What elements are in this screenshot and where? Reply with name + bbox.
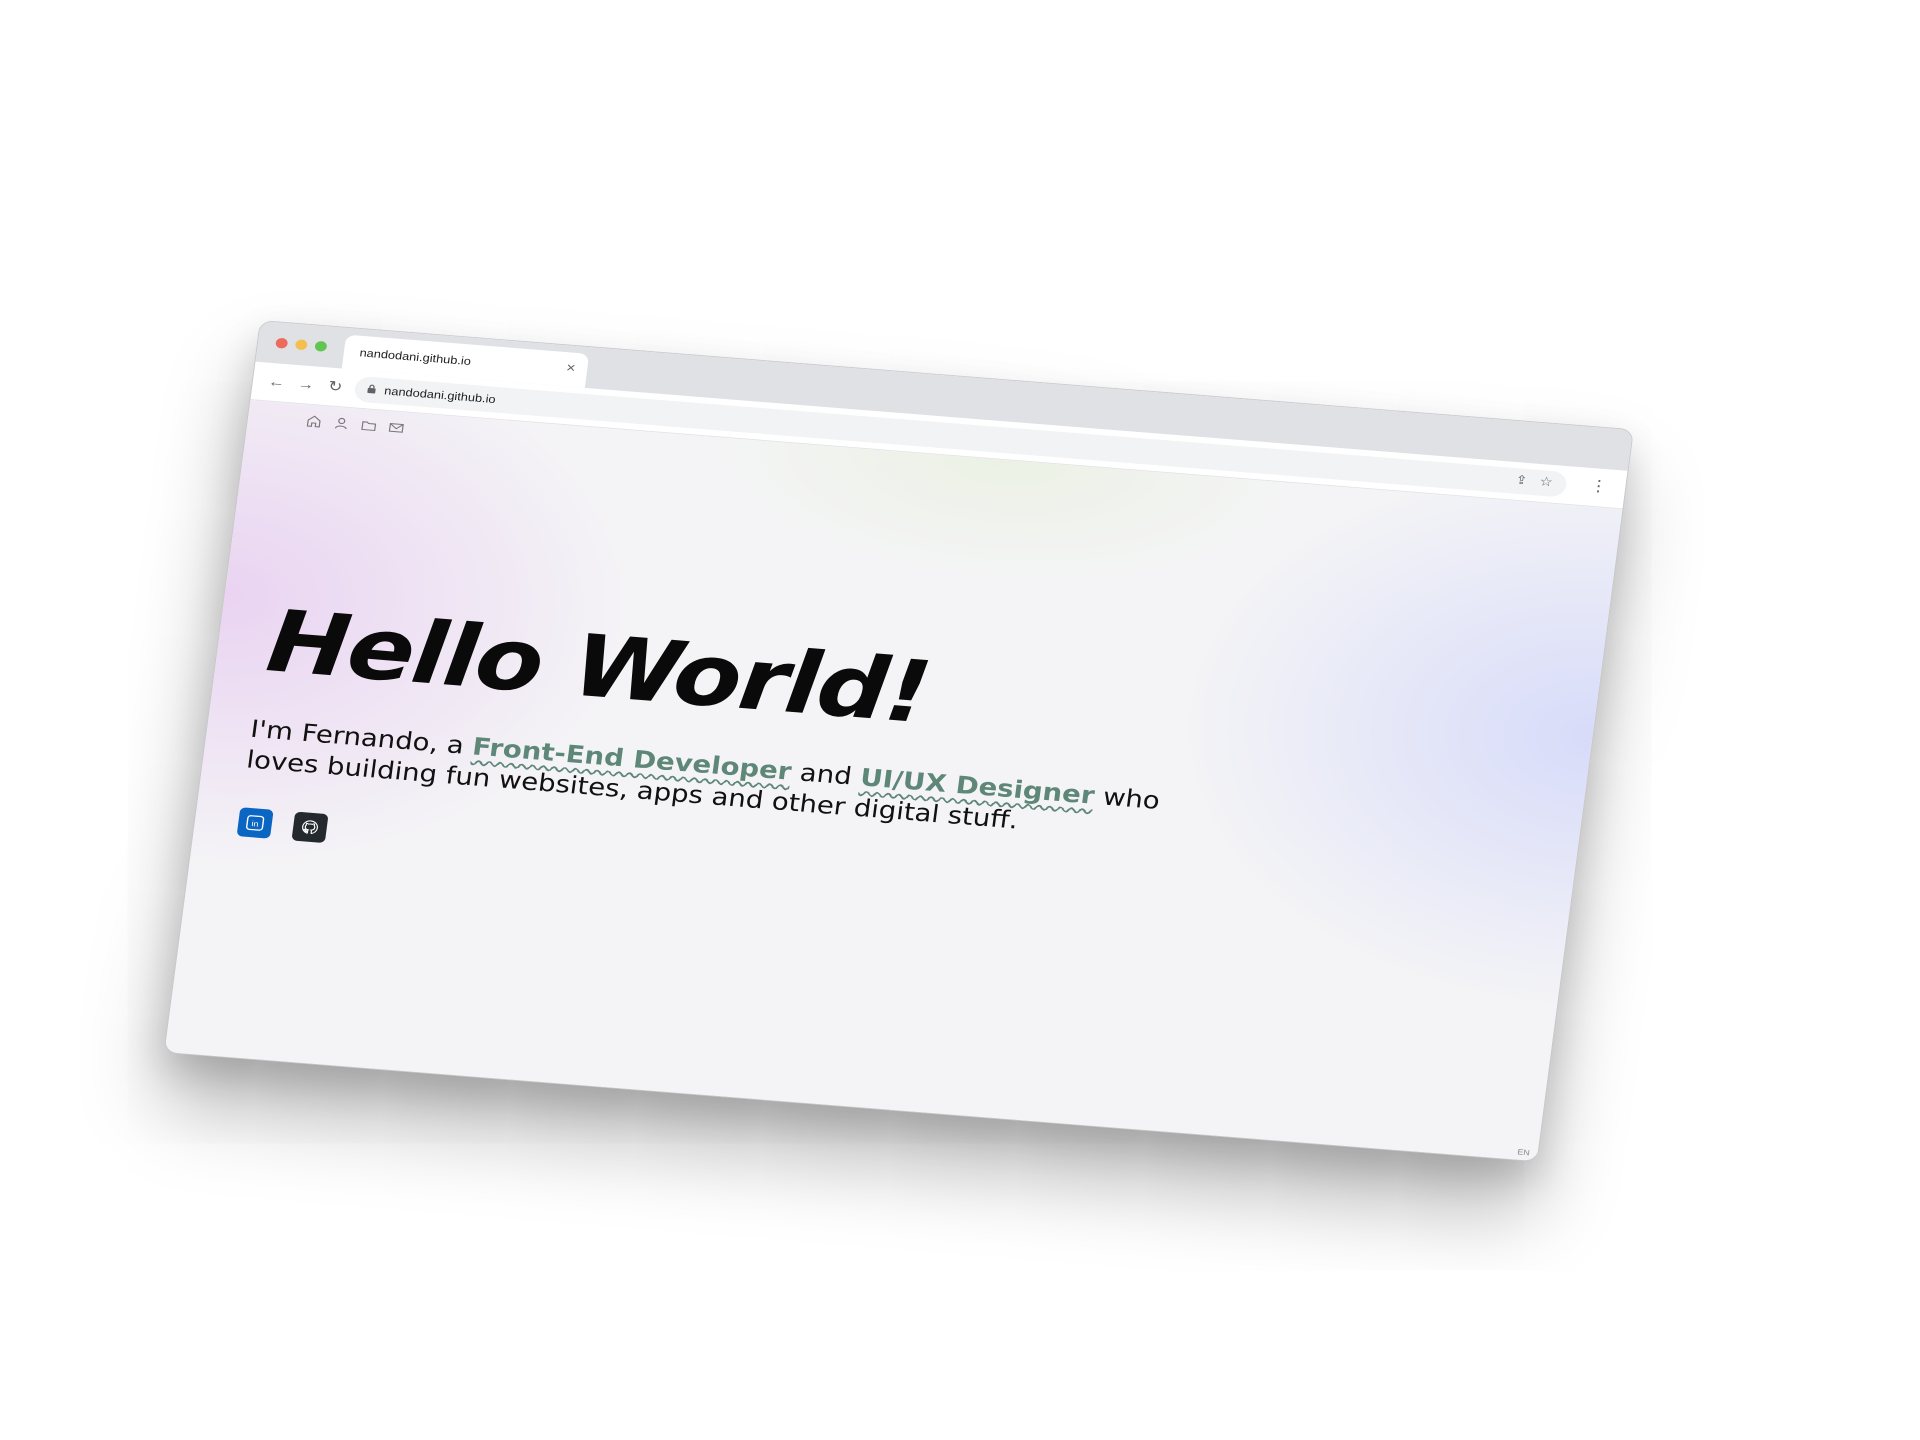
maximize-window-button[interactable] [314, 340, 328, 352]
page-content: Hello World! I'm Fernando, a Front-End D… [164, 399, 1623, 1162]
folder-icon[interactable] [359, 417, 379, 434]
reload-button[interactable]: ↻ [322, 376, 348, 398]
browser-window: nandodani.github.io × ← → ↻ nandodani.gi… [163, 320, 1634, 1163]
lock-icon [366, 384, 377, 398]
mail-icon[interactable] [386, 420, 406, 437]
user-icon[interactable] [332, 415, 352, 432]
browser-mockup: nandodani.github.io × ← → ↻ nandodani.gi… [163, 320, 1634, 1163]
home-icon[interactable] [304, 413, 324, 430]
minimize-window-button[interactable] [294, 339, 308, 351]
hero-connector-text: and [789, 757, 863, 792]
social-links: in [236, 807, 329, 844]
github-button[interactable] [291, 811, 329, 844]
forward-button[interactable]: → [293, 374, 319, 396]
language-indicator[interactable]: EN [1517, 1148, 1530, 1157]
screenshot-stage: nandodani.github.io × ← → ↻ nandodani.gi… [0, 0, 1920, 1440]
bookmark-star-icon[interactable]: ☆ [1539, 473, 1554, 489]
browser-menu-icon[interactable]: ⋮ [1589, 477, 1609, 496]
github-icon [302, 820, 318, 835]
site-nav [304, 413, 406, 436]
hero-description: I'm Fernando, a Front-End Developer and … [245, 714, 1233, 853]
back-button[interactable]: ← [263, 371, 289, 393]
linkedin-label: in [251, 819, 259, 829]
share-icon[interactable]: ⇪ [1515, 472, 1528, 487]
linkedin-icon: in [246, 815, 265, 831]
page-title: Hello World! [261, 590, 936, 743]
close-window-button[interactable] [275, 337, 289, 349]
tab-title: nandodani.github.io [358, 346, 472, 368]
tab-close-icon[interactable]: × [565, 361, 576, 377]
url-text[interactable]: nandodani.github.io [384, 384, 497, 406]
linkedin-button[interactable]: in [236, 807, 274, 839]
